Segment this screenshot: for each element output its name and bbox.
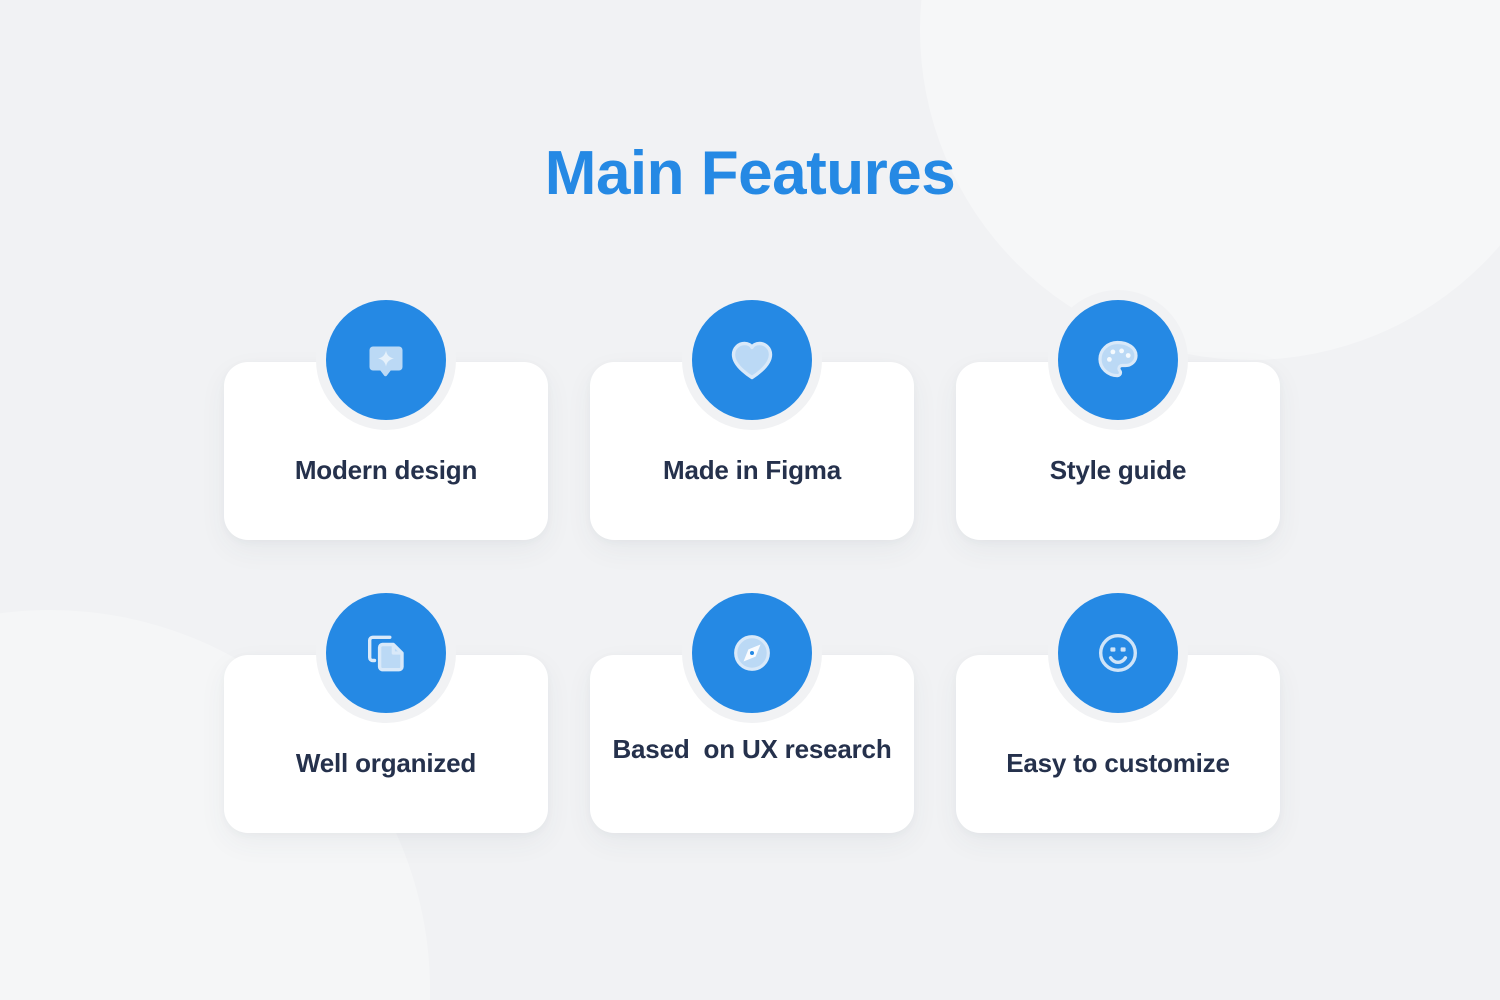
feature-card-label: Easy to customize — [1006, 748, 1230, 778]
page-title: Main Features — [544, 139, 956, 208]
feature-card-easy-to-customize[interactable]: Easy to customize — [956, 593, 1280, 833]
feature-card-based-on-ux-research[interactable]: Based on UX research — [590, 593, 914, 833]
feature-card-label: Based on UX research — [612, 734, 892, 764]
feature-card-label: Made in Figma — [663, 455, 841, 485]
feature-card-label: Style guide — [1049, 455, 1187, 485]
feature-card-grid: Modern design Made in Figma Style guide … — [224, 300, 1280, 833]
feature-icon-badge — [692, 593, 812, 713]
feature-icon-badge — [1058, 593, 1178, 713]
palette-icon — [1092, 334, 1144, 386]
chat-sparkle-icon — [360, 334, 412, 386]
feature-card-made-in-figma[interactable]: Made in Figma — [590, 300, 914, 540]
feature-card-well-organized[interactable]: Well organized — [224, 593, 548, 833]
feature-icon-badge — [326, 300, 446, 420]
copy-documents-icon — [360, 627, 412, 679]
feature-card-modern-design[interactable]: Modern design — [224, 300, 548, 540]
feature-icon-badge — [326, 593, 446, 713]
feature-card-style-guide[interactable]: Style guide — [956, 300, 1280, 540]
smiley-face-icon — [1091, 626, 1145, 680]
feature-icon-badge — [1058, 300, 1178, 420]
heart-icon — [725, 333, 779, 387]
feature-card-label: Modern design — [294, 455, 478, 485]
feature-icon-badge — [692, 300, 812, 420]
feature-section: Main Features Modern design Made in Figm… — [0, 0, 1500, 1000]
feature-card-label: Well organized — [295, 748, 477, 778]
compass-icon — [726, 627, 778, 679]
